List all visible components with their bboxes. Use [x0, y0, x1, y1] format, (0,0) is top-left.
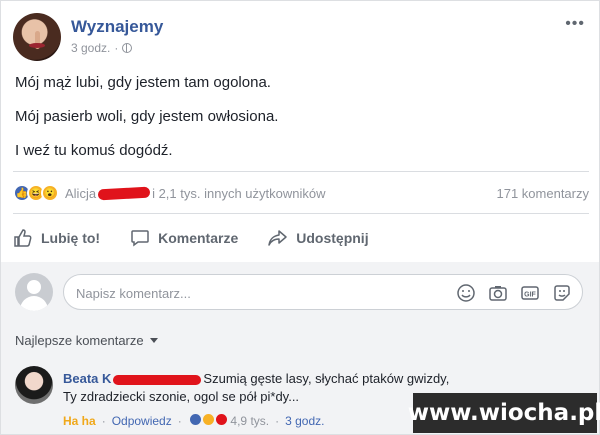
- thumbs-up-icon: [14, 229, 32, 247]
- post-line: Mój pasierb woli, gdy jestem owłosiona.: [15, 108, 279, 125]
- current-user-avatar: [15, 273, 53, 311]
- share-arrow-icon: [268, 230, 287, 246]
- emoji-icon[interactable]: [456, 283, 476, 303]
- gif-icon[interactable]: GIF: [520, 283, 540, 303]
- post-header: Wyznajemy 3 godz. · •••: [13, 13, 589, 61]
- meta-separator: ·: [114, 41, 119, 55]
- avatar-lips-shape: [29, 43, 45, 48]
- reactor-first-name: Alicja: [65, 185, 97, 201]
- globe-icon: [122, 43, 133, 53]
- caret-down-icon: [149, 338, 158, 343]
- post-actions: Lubię to! Komentarze Udostępnij: [13, 223, 589, 253]
- angry-icon: [214, 412, 230, 427]
- comment-text-line: Szumią gęste lasy, słychać ptaków gwizdy…: [203, 371, 450, 386]
- avatar-head-shape: [27, 280, 41, 294]
- page-name-link[interactable]: Wyznajemy: [71, 17, 163, 37]
- comment-author-link[interactable]: Beata K: [63, 371, 111, 386]
- sticker-icon[interactable]: [552, 283, 572, 303]
- post-meta: 3 godz. ·: [71, 41, 133, 55]
- like-button[interactable]: Lubię to!: [13, 223, 100, 253]
- comment-actions: Ha ha · Odpowiedz · 4,9 tys. · 3 godz.: [63, 412, 324, 430]
- post-line: Mój mąż lubi, gdy jestem tam ogolona.: [15, 74, 271, 91]
- avatar-body-shape: [20, 296, 48, 311]
- svg-text:GIF: GIF: [524, 292, 536, 299]
- wow-icon[interactable]: 😮: [41, 184, 59, 202]
- comments-sort-label: Najlepsze komentarze: [15, 333, 144, 348]
- reactor-others: i 2,1 tys. innych użytkowników: [152, 185, 326, 201]
- reaction-names[interactable]: Alicja i 2,1 tys. innych użytkowników: [65, 186, 325, 201]
- comment-reaction-icons[interactable]: [187, 412, 230, 430]
- post-text: Mój mąż lubi, gdy jestem tam ogolona. Mó…: [15, 73, 585, 175]
- redaction-mark: [113, 374, 202, 385]
- comment-composer[interactable]: GIF: [63, 274, 583, 310]
- comment-bubble-icon: [131, 230, 149, 247]
- comment-text-line: Ty zdradziecki szonie, ogol se pół pi*dy…: [63, 389, 300, 404]
- action-separator: ·: [275, 414, 280, 428]
- share-button[interactable]: Udostępnij: [268, 223, 369, 253]
- page-avatar[interactable]: [13, 13, 61, 61]
- redaction-mark: [97, 186, 151, 200]
- comment-reaction-count: 4,9 tys.: [230, 414, 270, 428]
- action-separator: ·: [177, 414, 182, 428]
- comment-count-link[interactable]: 171 komentarzy: [497, 186, 590, 201]
- site-watermark: www.wiocha.pl: [408, 393, 600, 433]
- comments-sort-dropdown[interactable]: Najlepsze komentarze: [15, 333, 158, 348]
- post-time[interactable]: 3 godz.: [71, 41, 110, 55]
- composer-icons: GIF: [456, 283, 572, 303]
- reactions-bar: 👍 😆 😮 Alicja i 2,1 tys. innych użytkowni…: [13, 181, 589, 205]
- share-label: Udostępnij: [296, 230, 369, 246]
- comment-button[interactable]: Komentarze: [130, 223, 238, 253]
- comment-input[interactable]: [76, 283, 436, 303]
- post-card: Wyznajemy 3 godz. · ••• Mój mąż lubi, gd…: [0, 0, 600, 435]
- comment-label: Komentarze: [158, 230, 239, 246]
- divider: [13, 213, 589, 214]
- post-line: I weź tu komuś dogódź.: [15, 142, 173, 159]
- haha-reaction-button[interactable]: Ha ha: [63, 414, 96, 428]
- commenter-avatar[interactable]: [15, 366, 53, 404]
- reply-button[interactable]: Odpowiedz: [112, 414, 172, 428]
- more-options-icon[interactable]: •••: [565, 15, 585, 33]
- like-label: Lubię to!: [41, 230, 101, 246]
- action-separator: ·: [101, 414, 106, 428]
- divider: [13, 171, 589, 172]
- camera-icon[interactable]: [488, 283, 508, 303]
- comment-time-link[interactable]: 3 godz.: [285, 414, 324, 428]
